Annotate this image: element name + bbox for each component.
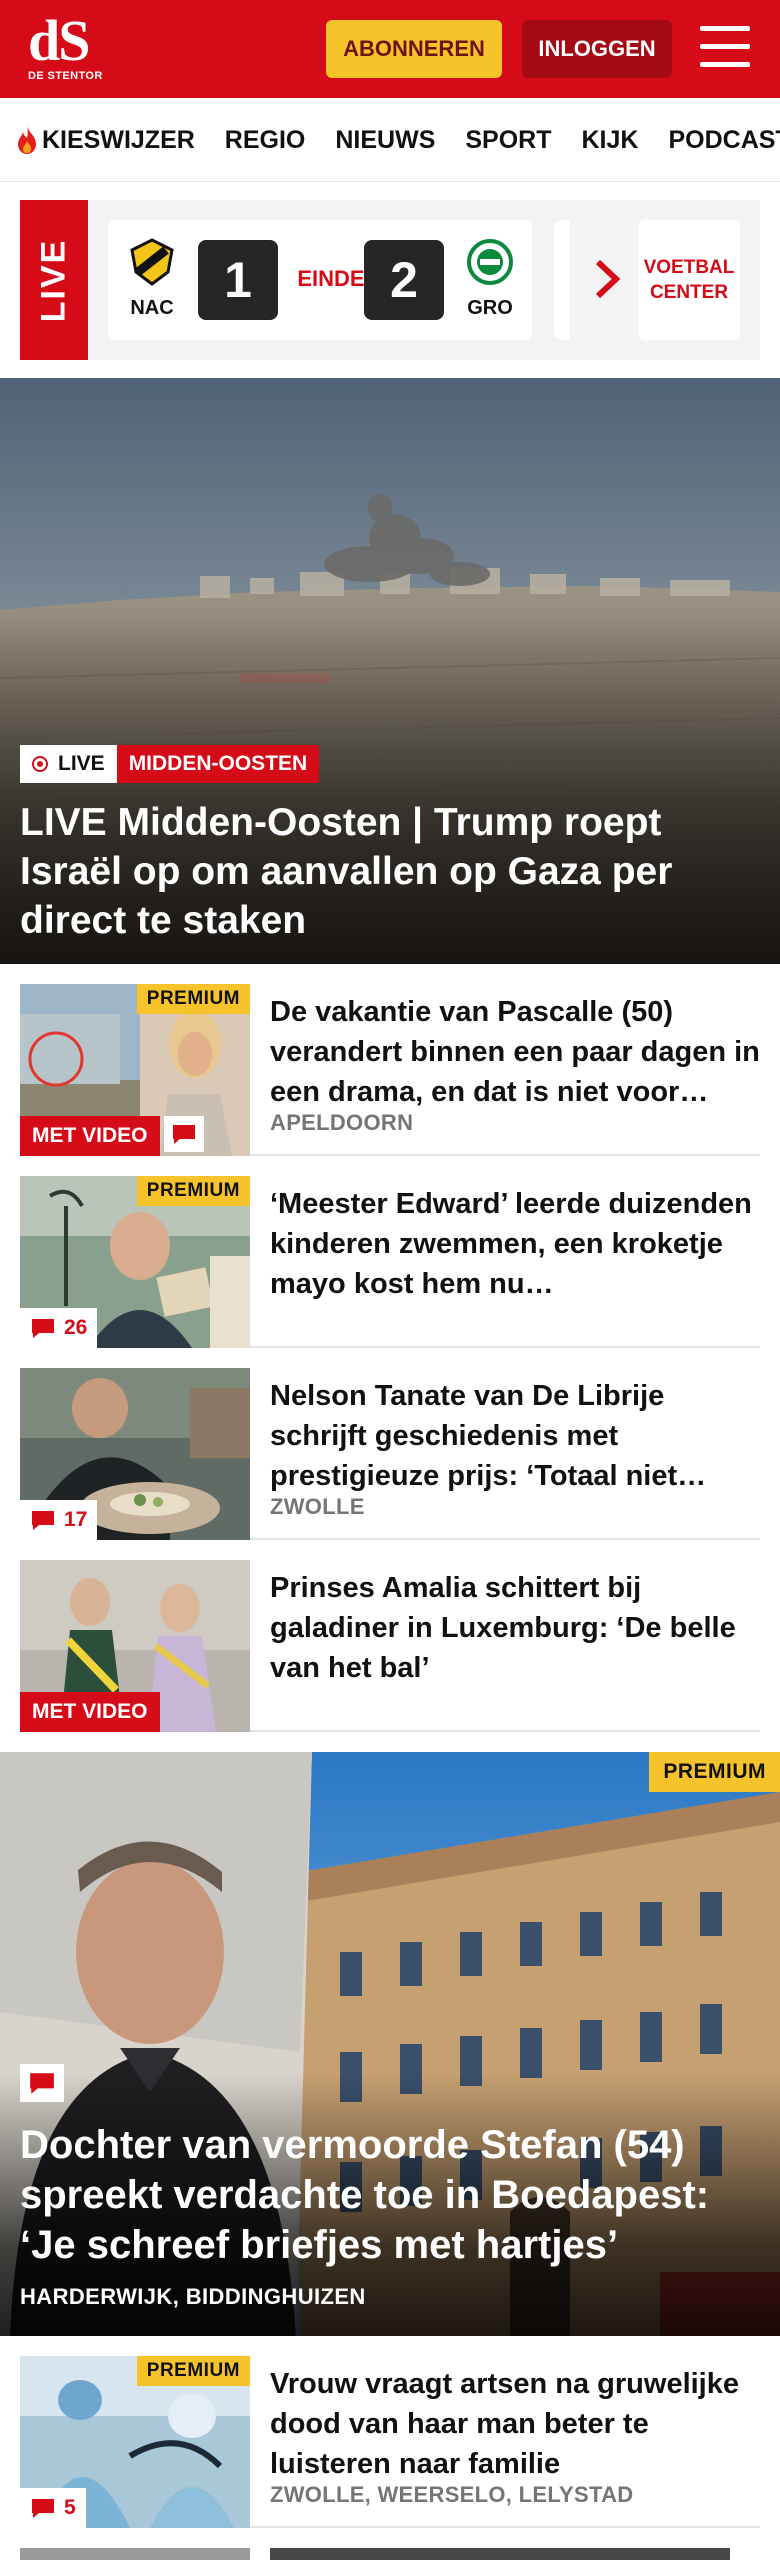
article-location: ZWOLLE, WEERSELO, LELYSTAD (270, 2482, 634, 2507)
match-card[interactable]: NAC 1 EINDE 2 GRO (108, 220, 532, 340)
nav-label: KIESWIJZER (42, 125, 195, 154)
nav-item-podcasts[interactable]: PODCASTS (668, 126, 780, 155)
article-title[interactable]: Vrouw vraagt artsen na gruwelijke dood v… (270, 2364, 760, 2484)
article-title[interactable]: ‘Meester Edward’ leerde duizenden kinder… (270, 1184, 760, 1304)
live-badge: LIVE (20, 745, 117, 783)
category-badge: MIDDEN-OOSTEN (116, 745, 320, 783)
article-thumbnail: PREMIUM 26 (20, 1176, 250, 1348)
list-item[interactable]: MET VIDEO Prinses Amalia schittert bij g… (20, 1560, 760, 1732)
match-status: EINDE (297, 266, 365, 291)
comment-icon (164, 1116, 204, 1152)
premium-badge: PREMIUM (136, 2356, 250, 2386)
feature-title[interactable]: Dochter van vermoorde Stefan (54) spreek… (20, 2120, 760, 2270)
premium-badge: PREMIUM (136, 984, 250, 1014)
next-match-card[interactable] (554, 220, 570, 340)
nav-item-kijk[interactable]: KIJK (582, 126, 639, 155)
feature-location: HARDERWIJK, BIDDINGHUIZEN (20, 2284, 366, 2309)
top-header: dS DE STENTOR ABONNEREN INLOGGEN (0, 0, 780, 98)
voetbal-center-button[interactable]: VOETBAL CENTER (638, 220, 740, 340)
hero-title[interactable]: LIVE Midden-Oosten | Trump roept Israël … (20, 798, 740, 945)
article-thumbnail: PREMIUM 5 (20, 2356, 250, 2528)
live-badge-label: LIVE (58, 752, 105, 775)
article-location: ZWOLLE (270, 1494, 365, 1519)
hamburger-icon[interactable] (700, 26, 752, 72)
article-thumbnail: PREMIUM MET VIDEO (20, 984, 250, 1156)
comment-count-badge: 17 (20, 1500, 98, 1540)
list-item[interactable]: PREMIUM 26 ‘Meester Edward’ leerde duize… (20, 1176, 760, 1348)
video-badge: MET VIDEO (20, 1116, 160, 1156)
live-tag: LIVE (20, 200, 88, 360)
article-title[interactable]: Prinses Amalia schittert bij galadiner i… (270, 1568, 760, 1688)
article-title[interactable]: Nelson Tanate van De Librije schrijft ge… (270, 1376, 760, 1496)
nav-item-sport[interactable]: SPORT (465, 126, 551, 155)
comment-count-badge: 5 (20, 2488, 86, 2528)
article-thumbnail: 17 (20, 1368, 250, 1540)
comment-icon (32, 1511, 54, 1530)
groningen-crest-icon (467, 239, 513, 285)
comment-count: 26 (64, 1316, 88, 1339)
away-team: GRO (462, 238, 518, 320)
premium-badge: PREMIUM (136, 1176, 250, 1206)
nav-item-kieswijzer[interactable]: KIESWIJZER (16, 125, 195, 155)
home-team: NAC (124, 238, 180, 320)
nac-crest-icon (130, 238, 174, 286)
article-title[interactable]: De vakantie van Pascalle (50) verandert … (270, 992, 760, 1112)
home-score: 1 (198, 240, 278, 320)
comment-icon (32, 1319, 54, 1338)
list-item[interactable]: PREMIUM MET VIDEO De vakantie van Pascal… (20, 984, 760, 1156)
hero-article[interactable]: LIVE MIDDEN-OOSTEN LIVE Midden-Oosten | … (0, 378, 780, 964)
comment-icon (20, 2064, 64, 2102)
flame-icon (18, 126, 36, 154)
away-team-name: GRO (467, 297, 513, 319)
home-team-name: NAC (130, 297, 174, 319)
comment-icon (32, 2499, 54, 2518)
comment-count: 5 (64, 2496, 76, 2519)
feature-article[interactable]: PREMIUM Dochter van vermoorde Stefan (54… (0, 1752, 780, 2336)
live-dot-icon (32, 756, 48, 772)
article-location: APELDOORN (270, 1110, 414, 1135)
subscribe-button[interactable]: ABONNEREN (326, 20, 502, 78)
article-thumbnail: MET VIDEO (20, 1560, 250, 1732)
live-score-widget: LIVE NAC 1 EINDE 2 GRO VOETBAL CENTER (20, 200, 760, 360)
list-item-partial[interactable] (20, 2548, 760, 2560)
hero-tags: LIVE MIDDEN-OOSTEN (20, 745, 320, 783)
comment-count: 17 (64, 1508, 88, 1531)
list-item[interactable]: 17 Nelson Tanate van De Librije schrijft… (20, 1368, 760, 1540)
list-item[interactable]: PREMIUM 5 Vrouw vraagt artsen na gruweli… (20, 2356, 760, 2528)
comment-count-badge: 26 (20, 1308, 98, 1348)
main-nav: KIESWIJZER REGIO NIEUWS SPORT KIJK PODCA… (0, 98, 780, 182)
chevron-right-icon[interactable] (590, 256, 624, 302)
logo-mark: dS (28, 8, 91, 73)
nav-item-regio[interactable]: REGIO (225, 126, 306, 155)
site-logo[interactable]: dS DE STENTOR (28, 8, 128, 86)
away-score: 2 (364, 240, 444, 320)
premium-badge: PREMIUM (649, 1752, 780, 1792)
nav-item-nieuws[interactable]: NIEUWS (335, 126, 435, 155)
live-label: LIVE (34, 238, 73, 322)
logo-name: DE STENTOR (28, 70, 103, 82)
login-button[interactable]: INLOGGEN (522, 20, 672, 78)
video-badge: MET VIDEO (20, 1692, 160, 1732)
